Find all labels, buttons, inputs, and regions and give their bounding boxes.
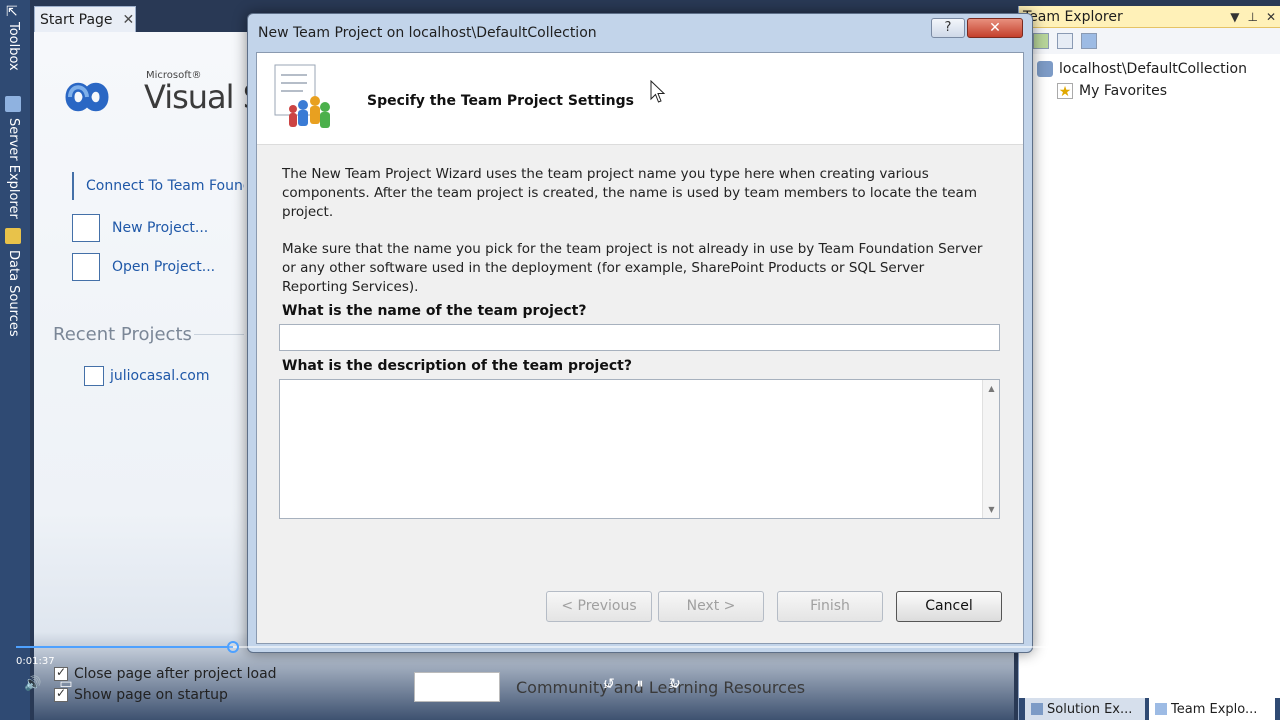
scroll-down-icon[interactable]: ▼ [983, 505, 1000, 514]
server-explorer-tab-label: Server Explorer [6, 118, 21, 219]
team-project-wizard-icon [274, 64, 330, 128]
pin-icon[interactable]: ⇱ [6, 4, 18, 20]
next-button[interactable]: Next > [658, 591, 764, 622]
close-page-after-load-option[interactable]: Close page after project load [54, 665, 277, 682]
miniplayer-icon[interactable]: ▣ [1170, 674, 1192, 694]
dialog-content: Specify the Team Project Settings The Ne… [256, 52, 1024, 644]
wizard-page-title: Specify the Team Project Settings [367, 93, 634, 109]
help-icon[interactable]: ? [931, 18, 965, 38]
close-page-label: Close page after project load [74, 666, 277, 682]
tree-item-favorites[interactable]: ★ My Favorites [1019, 80, 1280, 102]
team-explorer-header: Team Explorer ▼ ⊥ ✕ [1019, 6, 1280, 28]
recent-project-label: juliocasal.com [110, 368, 210, 384]
cancel-button[interactable]: Cancel [896, 591, 1002, 622]
more-options-icon[interactable]: ⋯ [1236, 674, 1258, 694]
previous-button[interactable]: < Previous [546, 591, 652, 622]
web-project-icon [84, 366, 104, 386]
toolbox-tab[interactable]: Toolbox [3, 22, 25, 92]
dialog-close-icon[interactable]: ✕ [967, 18, 1023, 38]
team-explorer-tab[interactable]: Team Explo... [1149, 698, 1275, 720]
new-project-link[interactable]: New Project... [72, 214, 208, 242]
connect-link-label: Connect To Team Foundation Server [86, 178, 244, 194]
data-sources-tab[interactable]: Data Sources [3, 228, 25, 338]
tree-item-collection[interactable]: localhost\DefaultCollection [1019, 58, 1280, 80]
recent-projects-heading: Recent Projects [53, 324, 192, 345]
new-team-project-dialog: New Team Project on localhost\DefaultCol… [247, 13, 1033, 653]
team-explorer-toolbar [1019, 28, 1280, 54]
wizard-header: Specify the Team Project Settings [257, 53, 1023, 145]
team-explorer-tree: localhost\DefaultCollection ★ My Favorit… [1019, 54, 1280, 102]
open-project-icon [72, 253, 100, 281]
video-seek-bar[interactable] [16, 641, 1264, 653]
recent-projects-divider [194, 334, 244, 335]
close-tab-icon[interactable]: ✕ [123, 12, 135, 28]
server-explorer-tab[interactable]: Server Explorer [3, 96, 25, 226]
rewind-icon[interactable]: ↺ 10 [596, 674, 622, 694]
bottom-panel-tabs: Solution Ex... Team Explo... [1019, 698, 1280, 720]
community-title: Community and Learning Resources [516, 677, 806, 697]
forward-icon[interactable]: ↻ 30 [662, 674, 688, 694]
pause-icon[interactable]: ⏸ [629, 674, 651, 694]
start-page-tab-label: Start Page [40, 11, 113, 28]
wizard-description-paragraph-2: Make sure that the name you pick for the… [282, 241, 983, 295]
data-sources-icon [5, 228, 21, 244]
team-explorer-tab-label: Team Explo... [1171, 701, 1258, 717]
forward-seconds-label: 30 [669, 682, 678, 690]
recent-project-item[interactable]: juliocasal.com [84, 366, 210, 386]
video-current-time: 0:01:37 [16, 656, 55, 667]
solution-explorer-icon [1031, 703, 1043, 715]
finish-button[interactable]: Finish [777, 591, 883, 622]
volume-icon[interactable]: 🔊 [22, 674, 44, 694]
project-name-input[interactable] [279, 324, 1000, 351]
connect-server-icon [72, 172, 74, 200]
server-explorer-icon [5, 96, 21, 112]
community-thumbnail [414, 672, 500, 702]
show-page-label: Show page on startup [74, 687, 228, 703]
video-total-time: 0:07:57 [1238, 656, 1277, 667]
open-project-link[interactable]: Open Project... [72, 253, 215, 281]
solution-explorer-tab-label: Solution Ex... [1047, 701, 1133, 717]
fullscreen-icon[interactable]: ⤢ [1203, 674, 1225, 694]
solution-explorer-tab[interactable]: Solution Ex... [1025, 698, 1145, 720]
visual-studio-infinity-icon [65, 82, 109, 112]
project-name-label: What is the name of the team project? [282, 303, 587, 319]
project-description-text [280, 380, 999, 388]
toolbox-tab-label: Toolbox [6, 22, 21, 71]
panel-close-icon[interactable]: ✕ [1266, 10, 1276, 24]
stop-icon[interactable] [1057, 33, 1073, 49]
start-page-tab[interactable]: Start Page ✕ [34, 6, 136, 32]
scroll-up-icon[interactable]: ▲ [983, 384, 1000, 393]
wizard-description-paragraph-1: The New Team Project Wizard uses the tea… [282, 166, 977, 220]
panel-pin-icon[interactable]: ⊥ [1247, 10, 1257, 24]
left-tool-strip: ⇱ Toolbox Server Explorer Data Sources [0, 0, 30, 720]
team-project-icon[interactable] [1081, 33, 1097, 49]
dialog-title: New Team Project on localhost\DefaultCol… [258, 25, 597, 41]
add-server-icon[interactable] [1033, 33, 1049, 49]
visual-studio-logo: Microsoft® Visual Studio [50, 68, 270, 128]
tree-item-collection-label: localhost\DefaultCollection [1059, 61, 1247, 77]
project-description-label: What is the description of the team proj… [282, 358, 632, 374]
connect-to-team-foundation-server-link[interactable]: Connect To Team Foundation Server [72, 172, 244, 200]
open-project-label: Open Project... [112, 259, 216, 275]
show-page-on-startup-option[interactable]: Show page on startup [54, 686, 228, 703]
favorites-star-icon: ★ [1057, 83, 1073, 100]
data-sources-tab-label: Data Sources [6, 250, 21, 337]
team-explorer-tab-icon [1155, 703, 1167, 715]
team-explorer-title: Team Explorer [1023, 8, 1123, 25]
team-explorer-panel: Team Explorer ▼ ⊥ ✕ localhost\DefaultCol… [1018, 6, 1280, 720]
description-scrollbar[interactable]: ▲ ▼ [982, 380, 999, 518]
mouse-cursor-icon [650, 80, 666, 103]
rewind-seconds-label: 10 [603, 682, 612, 690]
edit-icon[interactable]: ✎ [1136, 674, 1158, 694]
panel-dropdown-icon[interactable]: ▼ [1230, 10, 1239, 24]
captions-icon[interactable]: ▭ [55, 674, 77, 694]
tree-item-favorites-label: My Favorites [1079, 83, 1168, 99]
collection-icon [1037, 61, 1053, 77]
project-description-input[interactable]: ▲ ▼ [279, 379, 1000, 519]
new-project-icon [72, 214, 100, 242]
video-seek-progress [16, 646, 234, 648]
new-project-label: New Project... [112, 220, 209, 236]
